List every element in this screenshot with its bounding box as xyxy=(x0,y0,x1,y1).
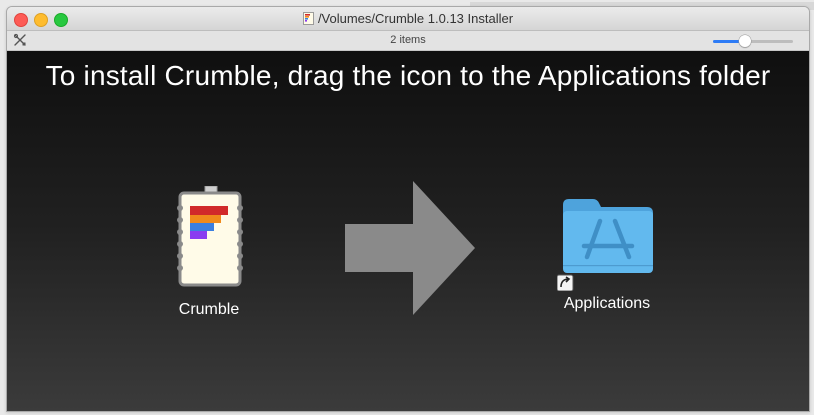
disk-image-icon xyxy=(303,12,314,25)
status-bar: 2 items xyxy=(7,31,809,51)
window-title: /Volumes/Crumble 1.0.13 Installer xyxy=(7,11,809,26)
applications-label: Applications xyxy=(563,295,651,312)
applications-folder-icon[interactable] xyxy=(557,191,657,291)
item-count: 2 items xyxy=(390,34,426,46)
window-title-text: /Volumes/Crumble 1.0.13 Installer xyxy=(317,11,514,26)
install-instruction: To install Crumble, drag the icon to the… xyxy=(45,60,771,91)
icon-size-slider[interactable] xyxy=(713,34,795,48)
slider-knob[interactable] xyxy=(739,35,751,47)
right-arrow-icon xyxy=(345,181,475,315)
installer-background: To install Crumble, drag the icon to the… xyxy=(7,51,809,411)
crumble-label: Crumble xyxy=(178,301,240,318)
finder-window: /Volumes/Crumble 1.0.13 Installer 2 item… xyxy=(6,6,810,412)
crumble-app-icon[interactable] xyxy=(175,186,245,296)
title-bar[interactable]: /Volumes/Crumble 1.0.13 Installer xyxy=(7,7,809,31)
